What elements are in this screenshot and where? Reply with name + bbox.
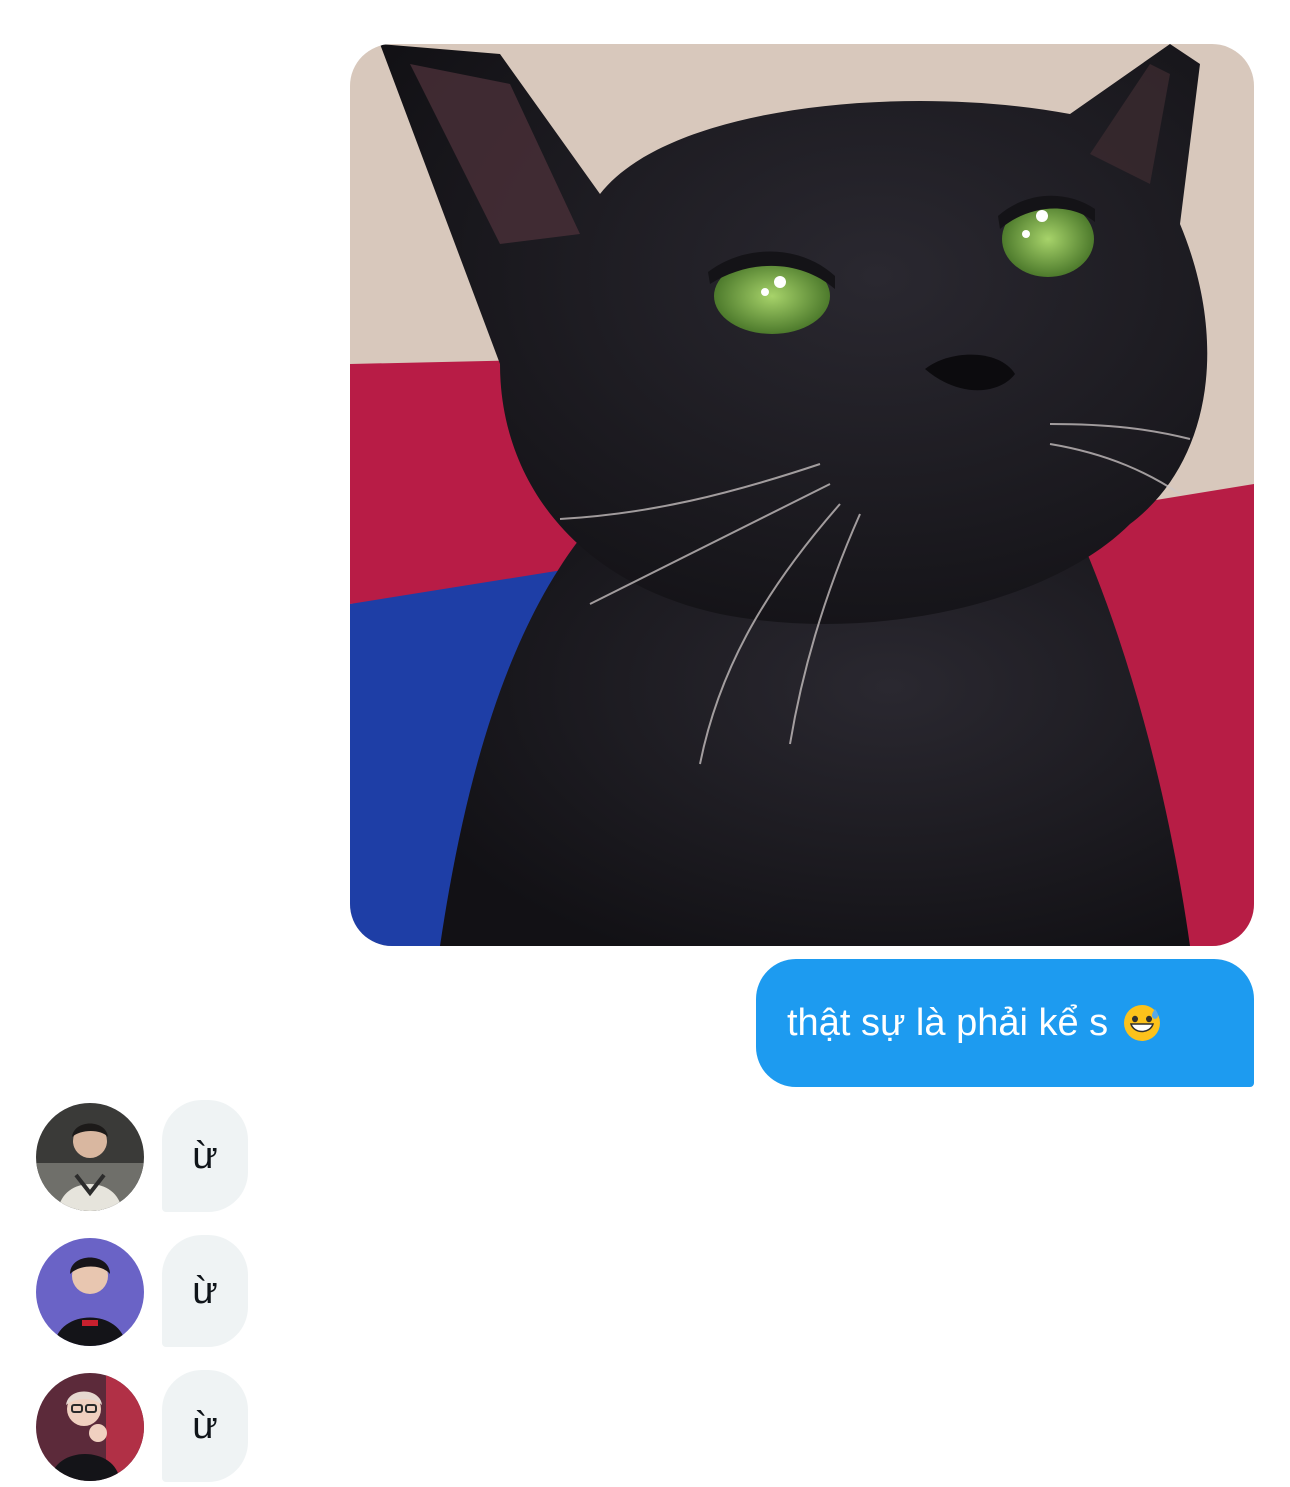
- user-avatar-2-icon[interactable]: [36, 1238, 144, 1346]
- received-message-row: ừ: [36, 1370, 256, 1485]
- message-thread: thật sự là phải kể s ừ ừ ừ: [0, 0, 1290, 1487]
- sent-message-text: thật sự là phải kể s: [787, 1001, 1109, 1044]
- black-cat-photo-icon: [350, 44, 1254, 946]
- received-message-text: ừ: [192, 1134, 218, 1177]
- sent-message-bubble[interactable]: thật sự là phải kể s: [756, 959, 1254, 1087]
- user-avatar-3-icon[interactable]: [36, 1373, 144, 1481]
- received-message-row: ừ: [36, 1235, 256, 1350]
- received-message-text: ừ: [192, 1404, 218, 1447]
- received-message-row: ừ: [36, 1100, 256, 1215]
- received-message-text: ừ: [192, 1269, 218, 1312]
- received-message-bubble[interactable]: ừ: [162, 1370, 248, 1482]
- sent-image-message[interactable]: [350, 44, 1254, 946]
- user-avatar-1-icon[interactable]: [36, 1103, 144, 1211]
- grinning-face-with-sweat-icon: [1124, 1005, 1161, 1041]
- received-message-bubble[interactable]: ừ: [162, 1235, 248, 1347]
- received-message-bubble[interactable]: ừ: [162, 1100, 248, 1212]
